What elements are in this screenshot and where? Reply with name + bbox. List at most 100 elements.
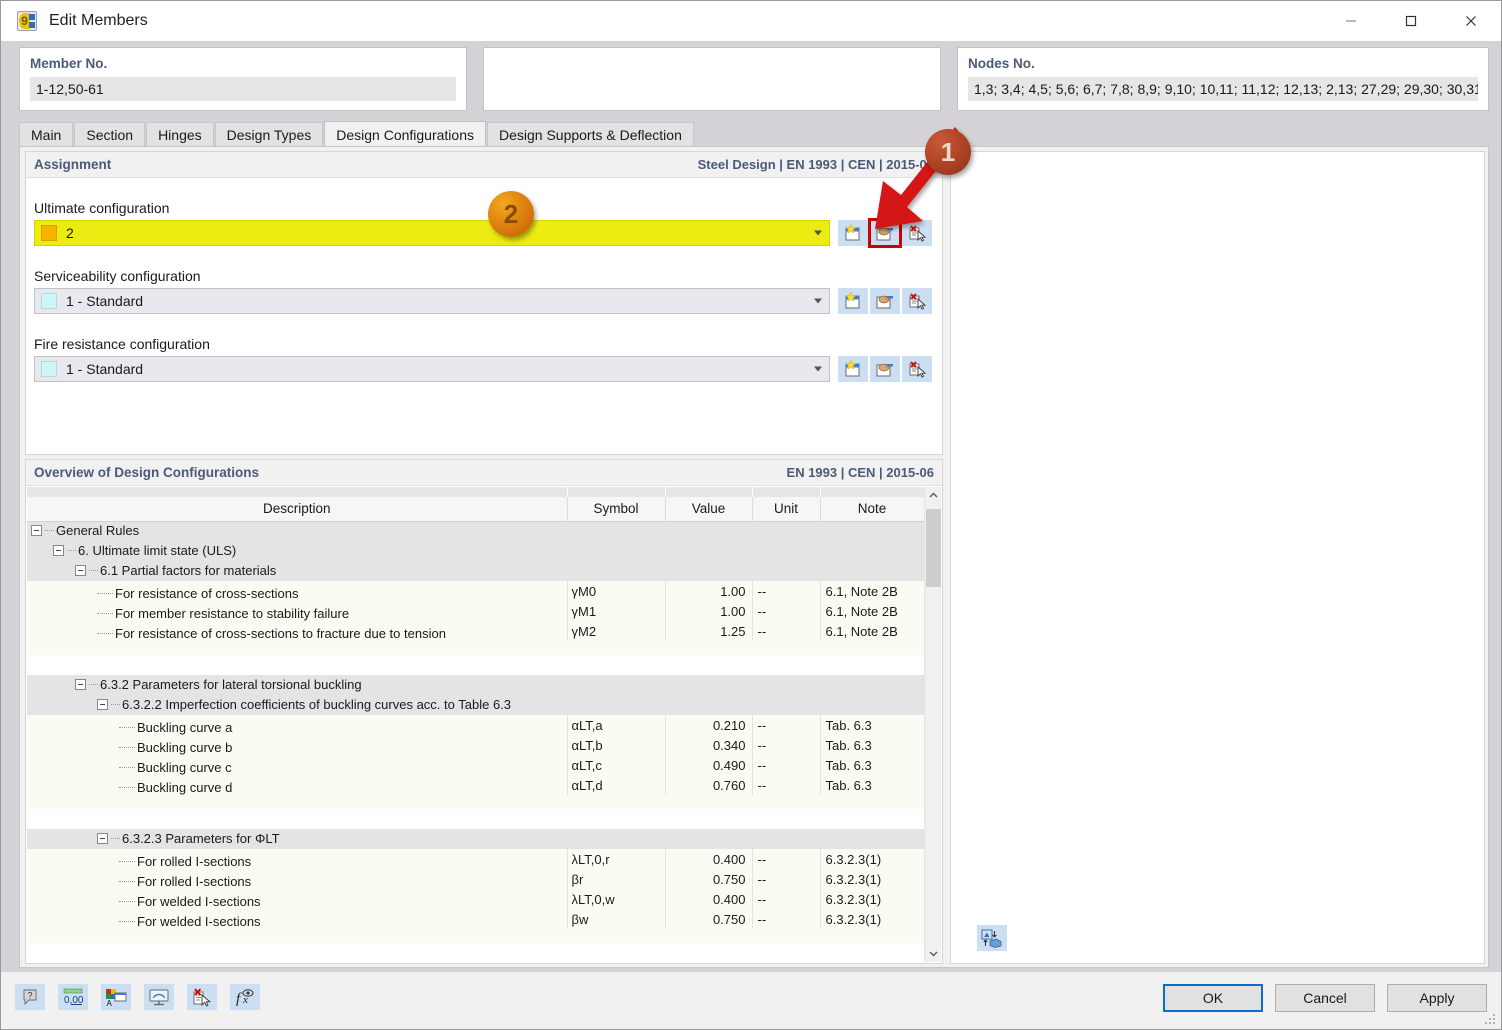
scrollbar-thumb[interactable] xyxy=(926,509,941,587)
table-row[interactable]: Buckling curve bαLT,b0.340--Tab. 6.3 xyxy=(27,735,924,755)
assignment-title: Assignment xyxy=(34,157,111,172)
collapse-toggle-icon[interactable] xyxy=(75,679,86,690)
table-row[interactable]: For welded I-sectionsλLT,0,w0.400--6.3.2… xyxy=(27,889,924,909)
ultimate-configuration-select[interactable]: 2 xyxy=(34,220,830,246)
table-row[interactable]: Buckling curve aαLT,a0.210--Tab. 6.3 xyxy=(27,715,924,735)
visibility-icon[interactable] xyxy=(144,984,174,1010)
table-row[interactable]: For resistance of cross-sections to frac… xyxy=(27,621,924,641)
table-row[interactable]: 6.1 Partial factors for materials xyxy=(27,561,924,581)
table-cell-symbol: λLT,0,w xyxy=(567,889,665,909)
table-row[interactable]: Buckling curve dαLT,d0.760--Tab. 6.3 xyxy=(27,775,924,795)
bottom-bar: ? 0,00 A xyxy=(1,971,1501,1029)
table-cell-unit: -- xyxy=(752,889,820,909)
minimize-icon[interactable] xyxy=(1321,1,1381,41)
tab-design-supports-deflection[interactable]: Design Supports & Deflection xyxy=(487,122,694,147)
table-cell-description: General Rules xyxy=(27,521,567,541)
display-properties-icon[interactable]: A xyxy=(101,984,131,1010)
table-cell-description: 6.1 Partial factors for materials xyxy=(27,561,567,581)
table-row[interactable]: 6.3.2.2 Imperfection coefficients of buc… xyxy=(27,695,924,715)
scroll-up-icon[interactable] xyxy=(925,487,942,504)
overview-title: Overview of Design Configurations xyxy=(34,465,259,480)
blank-header-box xyxy=(483,47,941,111)
serviceability-configuration-label: Serviceability configuration xyxy=(34,268,201,284)
deselect-icon[interactable] xyxy=(187,984,217,1010)
edit-configuration-icon[interactable] xyxy=(870,220,900,246)
collapse-toggle-icon[interactable] xyxy=(97,833,108,844)
new-configuration-icon[interactable] xyxy=(838,220,868,246)
table-cell-note xyxy=(820,695,924,715)
table-row[interactable]: For rolled I-sectionsβr0.750--6.3.2.3(1) xyxy=(27,869,924,889)
table-cell-empty xyxy=(567,795,665,809)
cancel-button[interactable]: Cancel xyxy=(1275,984,1375,1012)
nodes-no-input[interactable]: 1,3; 3,4; 4,5; 5,6; 6,7; 7,8; 8,9; 9,10;… xyxy=(968,77,1478,101)
overview-standard: EN 1993 | CEN | 2015-06 xyxy=(787,465,934,480)
chevron-down-icon[interactable] xyxy=(814,367,822,372)
table-row[interactable] xyxy=(27,655,924,675)
table-cell-symbol: λLT,0,r xyxy=(567,849,665,869)
row-description-label: 6.3.2 Parameters for lateral torsional b… xyxy=(100,677,362,692)
overview-vertical-scrollbar[interactable] xyxy=(924,487,941,962)
column-header-unit[interactable]: Unit xyxy=(752,497,820,521)
tab-hinges[interactable]: Hinges xyxy=(146,122,214,147)
tree-connector xyxy=(97,633,113,634)
delete-configuration-icon[interactable] xyxy=(902,288,932,314)
apply-button[interactable]: Apply xyxy=(1387,984,1487,1012)
tree-connector xyxy=(97,593,113,594)
overview-grid[interactable]: Description Symbol Value Unit Note Gener… xyxy=(27,487,941,962)
collapse-toggle-icon[interactable] xyxy=(75,565,86,576)
member-no-label: Member No. xyxy=(30,56,456,71)
column-header-value[interactable]: Value xyxy=(665,497,752,521)
close-icon[interactable] xyxy=(1441,1,1501,41)
help-icon[interactable]: ? xyxy=(15,984,45,1010)
column-header-symbol[interactable]: Symbol xyxy=(567,497,665,521)
edit-configuration-icon[interactable] xyxy=(870,356,900,382)
table-row[interactable] xyxy=(27,929,924,943)
table-cell-description: Buckling curve a xyxy=(27,715,567,735)
tree-connector xyxy=(119,901,135,902)
decimal-places-icon[interactable]: 0,00 xyxy=(58,984,88,1010)
table-row[interactable]: Buckling curve cαLT,c0.490--Tab. 6.3 xyxy=(27,755,924,775)
fire-resistance-configuration-select[interactable]: 1 - Standard xyxy=(34,356,830,382)
table-row[interactable]: 6.3.2 Parameters for lateral torsional b… xyxy=(27,675,924,695)
tab-section[interactable]: Section xyxy=(74,122,145,147)
ok-button[interactable]: OK xyxy=(1163,984,1263,1012)
formula-icon[interactable]: f x xyxy=(230,984,260,1010)
window-controls xyxy=(1321,1,1501,41)
resize-grip[interactable] xyxy=(1485,1014,1497,1026)
tab-design-configurations[interactable]: Design Configurations xyxy=(324,121,486,147)
collapse-toggle-icon[interactable] xyxy=(53,545,64,556)
member-no-input[interactable]: 1-12,50-61 xyxy=(30,77,456,101)
chevron-down-icon[interactable] xyxy=(814,231,822,236)
table-cell-value xyxy=(665,829,752,849)
table-row[interactable] xyxy=(27,943,924,962)
collapse-toggle-icon[interactable] xyxy=(97,699,108,710)
table-row[interactable]: General Rules xyxy=(27,521,924,541)
table-row[interactable]: 6. Ultimate limit state (ULS) xyxy=(27,541,924,561)
table-cell-empty xyxy=(820,655,924,675)
table-row[interactable] xyxy=(27,795,924,809)
table-cell-value: 1.00 xyxy=(665,581,752,601)
app-icon: 9 xyxy=(17,11,37,31)
table-row[interactable]: For rolled I-sectionsλLT,0,r0.400--6.3.2… xyxy=(27,849,924,869)
collapse-toggle-icon[interactable] xyxy=(31,525,42,536)
table-row[interactable]: For resistance of cross-sectionsγM01.00-… xyxy=(27,581,924,601)
new-configuration-icon[interactable] xyxy=(838,356,868,382)
table-row[interactable] xyxy=(27,641,924,655)
new-configuration-icon[interactable] xyxy=(838,288,868,314)
chevron-down-icon[interactable] xyxy=(814,299,822,304)
exchange-objects-icon[interactable] xyxy=(977,925,1007,951)
table-row[interactable]: 6.3.2.3 Parameters for ΦLT xyxy=(27,829,924,849)
table-row[interactable]: For member resistance to stability failu… xyxy=(27,601,924,621)
serviceability-configuration-select[interactable]: 1 - Standard xyxy=(34,288,830,314)
delete-configuration-icon[interactable] xyxy=(902,356,932,382)
scroll-down-icon[interactable] xyxy=(925,945,942,962)
edit-configuration-icon[interactable] xyxy=(870,288,900,314)
column-header-note[interactable]: Note xyxy=(820,497,924,521)
maximize-icon[interactable] xyxy=(1381,1,1441,41)
delete-configuration-icon[interactable] xyxy=(902,220,932,246)
column-header-description[interactable]: Description xyxy=(27,497,567,521)
tab-main[interactable]: Main xyxy=(19,122,73,147)
table-row[interactable] xyxy=(27,809,924,829)
tab-design-types[interactable]: Design Types xyxy=(215,122,324,147)
table-row[interactable]: For welded I-sectionsβw0.750--6.3.2.3(1) xyxy=(27,909,924,929)
